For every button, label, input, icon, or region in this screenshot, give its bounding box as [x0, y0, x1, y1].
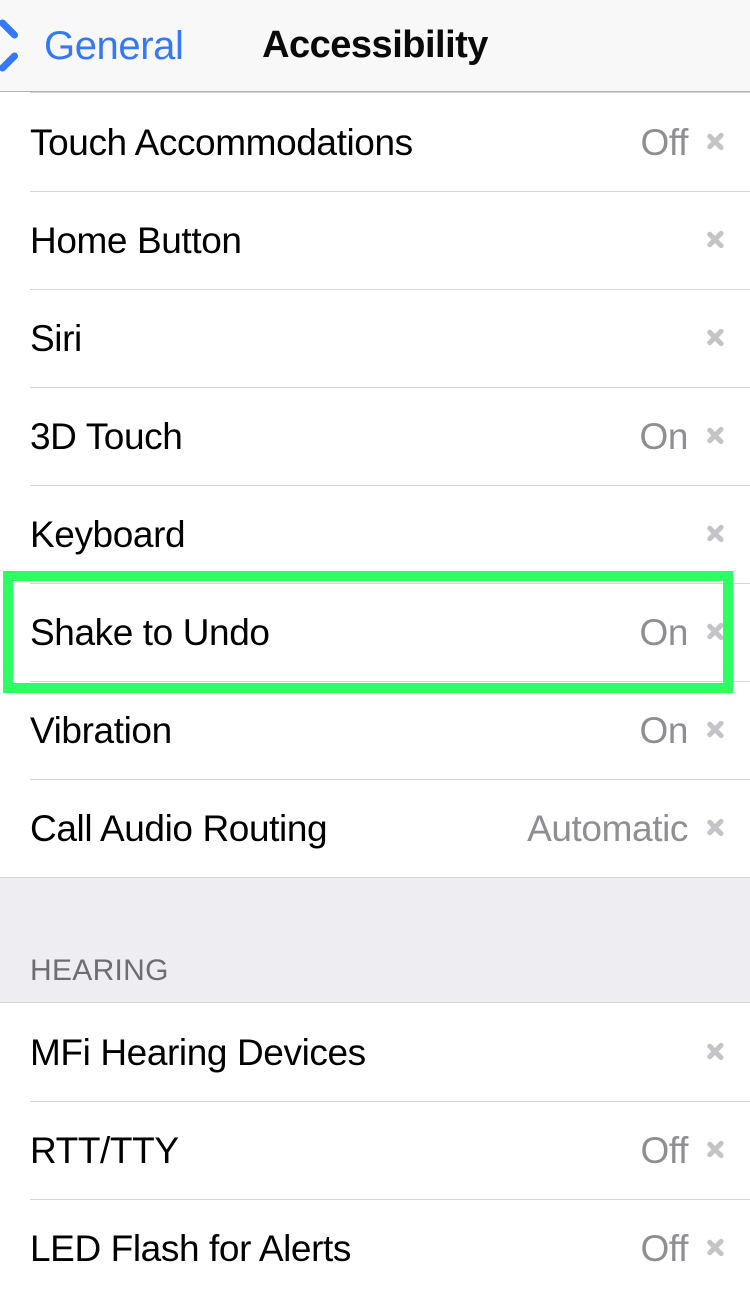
settings-section-hearing: MFi Hearing Devices RTT/TTY Off LED Flas…	[0, 1003, 750, 1296]
settings-row-home-button[interactable]: Home Button	[0, 191, 750, 289]
settings-section-general: Touch Accommodations Off Home Button Sir…	[0, 92, 750, 877]
settings-row-siri[interactable]: Siri	[0, 289, 750, 387]
chevron-right-icon	[708, 1037, 724, 1067]
section-header-hearing: HEARING	[0, 877, 750, 1003]
chevron-right-icon	[708, 127, 724, 157]
row-label: RTT/TTY	[30, 1129, 179, 1171]
chevron-right-icon	[708, 617, 724, 647]
settings-row-call-audio-routing[interactable]: Call Audio Routing Automatic	[0, 779, 750, 877]
settings-row-3d-touch[interactable]: 3D Touch On	[0, 387, 750, 485]
chevron-left-icon	[14, 27, 36, 65]
row-value: Off	[640, 1129, 689, 1171]
row-label: Siri	[30, 317, 82, 359]
chevron-right-icon	[708, 323, 724, 353]
row-label: Vibration	[30, 709, 172, 751]
row-value: On	[639, 611, 688, 653]
chevron-right-icon	[708, 1135, 724, 1165]
row-value: On	[639, 415, 688, 457]
chevron-right-icon	[708, 715, 724, 745]
row-value: On	[639, 709, 688, 751]
row-label: MFi Hearing Devices	[30, 1031, 366, 1073]
chevron-right-icon	[708, 519, 724, 549]
section-header-label: HEARING	[30, 954, 169, 987]
chevron-right-icon	[708, 421, 724, 451]
back-button-general[interactable]: General	[0, 0, 184, 91]
row-label: Call Audio Routing	[30, 807, 328, 849]
settings-row-touch-accommodations[interactable]: Touch Accommodations Off	[0, 93, 750, 191]
row-value: Off	[640, 121, 689, 163]
chevron-right-icon	[708, 1233, 724, 1263]
settings-row-shake-to-undo[interactable]: Shake to Undo On	[0, 583, 750, 681]
settings-row-mfi-hearing-devices[interactable]: MFi Hearing Devices	[0, 1003, 750, 1101]
row-label: LED Flash for Alerts	[30, 1227, 352, 1269]
row-value: Automatic	[527, 807, 688, 849]
row-label: Home Button	[30, 219, 242, 261]
row-value: Off	[640, 1227, 689, 1269]
chevron-right-icon	[708, 813, 724, 843]
navigation-bar: General Accessibility	[0, 0, 750, 92]
settings-row-keyboard[interactable]: Keyboard	[0, 485, 750, 583]
row-label: Keyboard	[30, 513, 186, 555]
back-button-label: General	[44, 23, 184, 68]
settings-row-led-flash-for-alerts[interactable]: LED Flash for Alerts Off	[0, 1199, 750, 1296]
ios-settings-screen: General Accessibility Touch Accommodatio…	[0, 0, 750, 1296]
chevron-right-icon	[708, 225, 724, 255]
row-label: Touch Accommodations	[30, 121, 413, 163]
settings-row-rtt-tty[interactable]: RTT/TTY Off	[0, 1101, 750, 1199]
row-label: Shake to Undo	[30, 611, 270, 653]
settings-row-vibration[interactable]: Vibration On	[0, 681, 750, 779]
row-label: 3D Touch	[30, 415, 183, 457]
